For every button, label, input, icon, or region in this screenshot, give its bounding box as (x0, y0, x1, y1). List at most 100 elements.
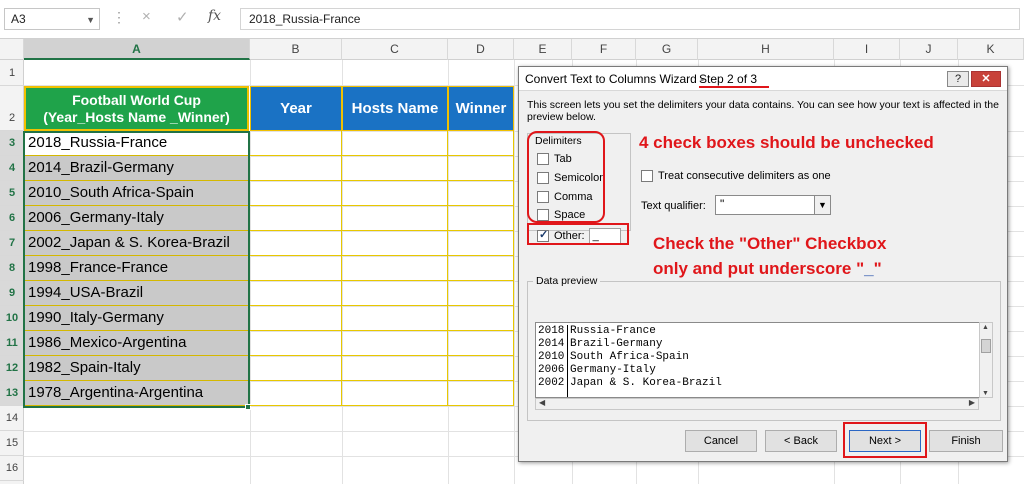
scroll-up-icon[interactable]: ▲ (982, 324, 989, 331)
row-header-13[interactable]: 13 (0, 381, 24, 406)
empty-cell[interactable] (448, 306, 514, 331)
row-header-4[interactable]: 4 (0, 156, 24, 181)
empty-cell[interactable] (250, 306, 342, 331)
row-header-14[interactable]: 14 (0, 406, 24, 431)
empty-cell[interactable] (250, 206, 342, 231)
empty-cell[interactable] (250, 356, 342, 381)
row-header-3[interactable]: 3 (0, 131, 24, 156)
header-cell-world-cup[interactable]: Football World Cup (Year_Hosts Name _Win… (24, 86, 249, 131)
formula-input[interactable]: 2018_Russia-France (240, 8, 1020, 30)
cell-a8[interactable]: 1998_France-France (24, 256, 249, 281)
empty-cell[interactable] (250, 181, 342, 206)
preview-vertical-scrollbar[interactable]: ▲ ▼ (979, 322, 993, 398)
header-cell-year[interactable]: Year (250, 86, 342, 131)
row-header-12[interactable]: 12 (0, 356, 24, 381)
name-box[interactable]: A3 ▼ (4, 8, 100, 30)
empty-cell[interactable] (448, 356, 514, 381)
cell-a3[interactable]: 2018_Russia-France (24, 131, 249, 156)
empty-cell[interactable] (342, 356, 448, 381)
function-icon[interactable]: fx (208, 8, 221, 24)
empty-cell[interactable] (342, 156, 448, 181)
empty-cell[interactable] (342, 181, 448, 206)
treat-consecutive-row[interactable]: Treat consecutive delimiters as one (641, 170, 831, 182)
text-qualifier-select[interactable]: " ▼ (715, 195, 831, 215)
back-button[interactable]: < Back (765, 430, 837, 452)
select-all-corner[interactable] (0, 39, 24, 60)
column-header-h[interactable]: H (698, 39, 834, 60)
header-cell-hosts-name[interactable]: Hosts Name (342, 86, 448, 131)
cell-a11[interactable]: 1986_Mexico-Argentina (24, 331, 249, 356)
row-header-16[interactable]: 16 (0, 456, 24, 481)
cell-a9[interactable]: 1994_USA-Brazil (24, 281, 249, 306)
empty-cell[interactable] (448, 281, 514, 306)
help-button[interactable]: ? (947, 71, 969, 87)
column-header-j[interactable]: J (900, 39, 958, 60)
column-header-e[interactable]: E (514, 39, 572, 60)
row-header-7[interactable]: 7 (0, 231, 24, 256)
empty-cell[interactable] (448, 181, 514, 206)
empty-cell[interactable] (250, 331, 342, 356)
scrollbar-thumb[interactable] (981, 339, 991, 353)
empty-cell[interactable] (342, 381, 448, 406)
empty-cell[interactable] (448, 231, 514, 256)
header-cell-winner[interactable]: Winner (448, 86, 514, 131)
empty-cell[interactable] (250, 256, 342, 281)
empty-cell[interactable] (448, 131, 514, 156)
scroll-left-icon[interactable]: ◀ (539, 398, 545, 407)
empty-cell[interactable] (250, 381, 342, 406)
row-header-1[interactable]: 1 (0, 60, 24, 86)
cell-a13[interactable]: 1978_Argentina-Argentina (24, 381, 249, 406)
row-header-11[interactable]: 11 (0, 331, 24, 356)
empty-cell[interactable] (250, 231, 342, 256)
row-header-8[interactable]: 8 (0, 256, 24, 281)
row-header-9[interactable]: 9 (0, 281, 24, 306)
column-header-c[interactable]: C (342, 39, 448, 60)
column-header-d[interactable]: D (448, 39, 514, 60)
empty-cell[interactable] (342, 306, 448, 331)
treat-consecutive-checkbox[interactable] (641, 170, 653, 182)
empty-cell[interactable] (448, 256, 514, 281)
empty-cell[interactable] (250, 281, 342, 306)
row-header-10[interactable]: 10 (0, 306, 24, 331)
row-header-2[interactable]: 2 (0, 86, 24, 131)
empty-cell[interactable] (342, 331, 448, 356)
dialog-titlebar[interactable]: Convert Text to Columns Wizard - Step 2 … (519, 67, 1007, 91)
column-header-a[interactable]: A (24, 39, 250, 60)
cell-a4[interactable]: 2014_Brazil-Germany (24, 156, 249, 181)
column-header-k[interactable]: K (958, 39, 1024, 60)
finish-button[interactable]: Finish (929, 430, 1003, 452)
data-preview-box[interactable]: 2018 Russia-France 2014 Brazil-Germany 201… (535, 322, 993, 398)
cell-a12[interactable]: 1982_Spain-Italy (24, 356, 249, 381)
empty-cell[interactable] (342, 231, 448, 256)
chevron-down-icon[interactable]: ▼ (814, 196, 830, 214)
row-header-5[interactable]: 5 (0, 181, 24, 206)
cancel-icon[interactable]: × (142, 8, 151, 25)
empty-cell[interactable] (342, 206, 448, 231)
empty-cell[interactable] (448, 206, 514, 231)
empty-cell[interactable] (342, 131, 448, 156)
enter-icon[interactable]: ✓ (176, 8, 189, 26)
cell-a10[interactable]: 1990_Italy-Germany (24, 306, 249, 331)
empty-cell[interactable] (342, 281, 448, 306)
column-header-f[interactable]: F (572, 39, 636, 60)
empty-cell[interactable] (448, 156, 514, 181)
empty-cell[interactable] (342, 256, 448, 281)
cell-a5[interactable]: 2010_South Africa-Spain (24, 181, 249, 206)
column-header-b[interactable]: B (250, 39, 342, 60)
cancel-button[interactable]: Cancel (685, 430, 757, 452)
cell-a7[interactable]: 2002_Japan & S. Korea-Brazil (24, 231, 249, 256)
empty-cell[interactable] (448, 331, 514, 356)
column-header-g[interactable]: G (636, 39, 698, 60)
close-button[interactable]: ✕ (971, 71, 1001, 87)
empty-cell[interactable] (250, 156, 342, 181)
scroll-down-icon[interactable]: ▼ (982, 390, 989, 397)
empty-cell[interactable] (250, 131, 342, 156)
chevron-down-icon[interactable]: ▼ (86, 15, 95, 25)
row-header-15[interactable]: 15 (0, 431, 24, 456)
preview-horizontal-scrollbar[interactable]: ◀ ▶ (535, 398, 979, 410)
scroll-right-icon[interactable]: ▶ (969, 398, 975, 407)
row-header-6[interactable]: 6 (0, 206, 24, 231)
empty-cell[interactable] (448, 381, 514, 406)
cell-a6[interactable]: 2006_Germany-Italy (24, 206, 249, 231)
column-header-i[interactable]: I (834, 39, 900, 60)
